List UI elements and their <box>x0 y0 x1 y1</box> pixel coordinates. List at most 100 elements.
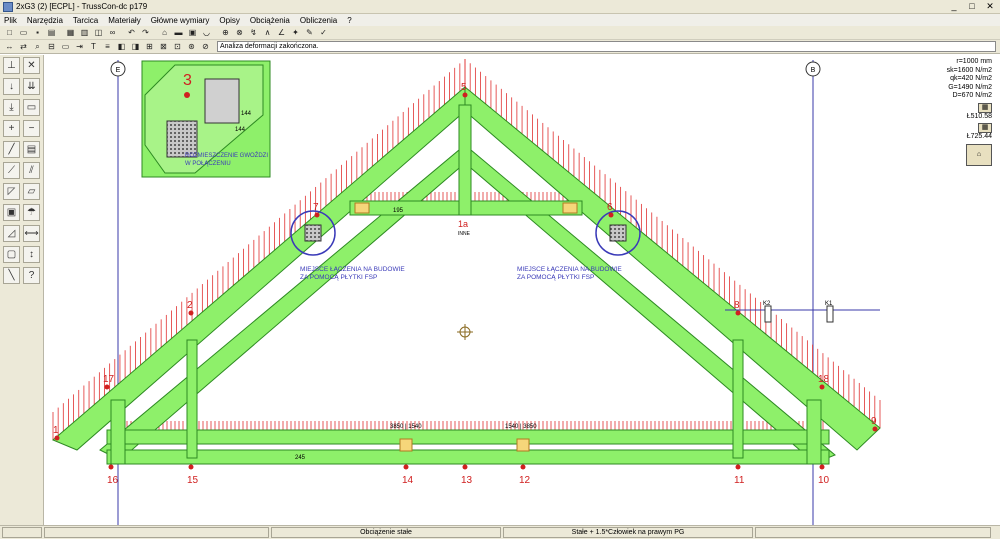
node-n10[interactable] <box>819 464 825 470</box>
truss-icon[interactable]: ⌂ <box>158 27 171 39</box>
truss-flat-icon[interactable]: ▬ <box>172 27 185 39</box>
section-k1-marker[interactable] <box>826 305 834 323</box>
table-icon[interactable]: ▦ <box>64 27 77 39</box>
measure-icon[interactable]: ╲ <box>3 267 20 284</box>
deflection-icon[interactable]: ∧ <box>261 27 274 39</box>
section-k2-marker[interactable] <box>764 305 772 323</box>
height-icon[interactable]: ↕ <box>23 246 40 263</box>
gusset-tie-left[interactable] <box>354 202 370 214</box>
left-inner-rafter[interactable] <box>99 143 466 461</box>
bottom-chord-lower[interactable] <box>106 449 830 465</box>
member-add-icon[interactable]: ╱ <box>3 141 20 158</box>
left-post[interactable] <box>186 339 198 459</box>
chain-icon[interactable]: ∞ <box>106 27 119 39</box>
close-button[interactable]: ✕ <box>984 1 996 12</box>
node-n6[interactable] <box>608 212 614 218</box>
open-icon[interactable]: ▭ <box>17 27 30 39</box>
member-edit-icon[interactable]: ▤ <box>23 141 40 158</box>
brace-icon[interactable]: ⟋ <box>3 162 20 179</box>
plate-tool-icon[interactable]: ▣ <box>3 204 20 221</box>
umbrella-icon[interactable]: ☂ <box>23 204 40 221</box>
maximize-button[interactable]: □ <box>966 1 978 12</box>
tool-b-icon[interactable]: ◨ <box>129 41 142 53</box>
support-pin-icon[interactable]: ⊥ <box>3 57 20 74</box>
cut-icon[interactable]: ◡ <box>200 27 213 39</box>
slope-icon[interactable]: ◿ <box>3 225 20 242</box>
result-icon-2[interactable]: ▦ <box>978 123 992 133</box>
section-icon[interactable]: ⊟ <box>45 41 58 53</box>
site-plate-left[interactable] <box>304 224 322 242</box>
node-n18[interactable] <box>819 384 825 390</box>
gusset-14[interactable] <box>399 438 413 452</box>
node-n14[interactable] <box>403 464 409 470</box>
right-post[interactable] <box>732 339 744 459</box>
node-n8[interactable] <box>735 310 741 316</box>
star-icon[interactable]: ✦ <box>289 27 302 39</box>
menu-tarcica[interactable]: Tarcica <box>73 16 98 25</box>
text-icon[interactable]: T <box>87 41 100 53</box>
load-area-icon[interactable]: ▭ <box>23 99 40 116</box>
node-icon[interactable]: ⊕ <box>219 27 232 39</box>
tool-e-icon[interactable]: ⊡ <box>171 41 184 53</box>
undo-icon[interactable]: ↶ <box>125 27 138 39</box>
tool-f-icon[interactable]: ⊛ <box>185 41 198 53</box>
support-cross-icon[interactable]: ✕ <box>23 57 40 74</box>
new-icon[interactable]: □ <box>3 27 16 39</box>
menu-materialy[interactable]: Materiały <box>108 16 140 25</box>
grid-icon[interactable]: ▥ <box>78 27 91 39</box>
node-n11[interactable] <box>735 464 741 470</box>
angle-icon[interactable]: ∠ <box>275 27 288 39</box>
node-n13[interactable] <box>462 464 468 470</box>
brace-double-icon[interactable]: ⫽ <box>23 162 40 179</box>
load-roof-icon[interactable]: ⤓ <box>3 99 20 116</box>
check-icon[interactable]: ✓ <box>317 27 330 39</box>
truss-preview-icon[interactable]: ⌂ <box>966 143 992 166</box>
right-inner-rafter[interactable] <box>464 143 836 464</box>
member-icon[interactable]: ▭ <box>59 41 72 53</box>
list-icon[interactable]: ≡ <box>101 41 114 53</box>
node-n9[interactable] <box>872 426 878 432</box>
menu-obciazenia[interactable]: Obciążenia <box>250 16 290 25</box>
site-plate-right[interactable] <box>609 224 627 242</box>
node-n2[interactable] <box>188 310 194 316</box>
tool-d-icon[interactable]: ⊠ <box>157 41 170 53</box>
truss-drawing[interactable]: E B 195 245 3850 | 1540 1540 | 3850 MIEJ… <box>45 55 1000 525</box>
drawing-canvas[interactable]: E B 195 245 3850 | 1540 1540 | 3850 MIEJ… <box>45 55 1000 525</box>
menu-obliczenia[interactable]: Obliczenia <box>300 16 337 25</box>
load-point-icon[interactable]: ↓ <box>3 78 20 95</box>
gusset-12[interactable] <box>516 438 530 452</box>
save-icon[interactable]: ▪ <box>31 27 44 39</box>
menu-help[interactable]: ? <box>347 16 351 25</box>
tool-a-icon[interactable]: ◧ <box>115 41 128 53</box>
menu-narzedzia[interactable]: Narzędzia <box>27 16 63 25</box>
node-n15[interactable] <box>188 464 194 470</box>
load-line-icon[interactable]: ⇊ <box>23 78 40 95</box>
node-n16[interactable] <box>108 464 114 470</box>
king-post[interactable] <box>458 104 472 216</box>
rafter-icon[interactable]: ◸ <box>3 183 20 200</box>
load-icon[interactable]: ↯ <box>247 27 260 39</box>
menu-plik[interactable]: Plik <box>4 16 17 25</box>
bottom-chord-upper[interactable] <box>106 429 830 445</box>
print-icon[interactable]: ▤ <box>45 27 58 39</box>
tool-g-icon[interactable]: ⊘ <box>199 41 212 53</box>
arrow-left-right-icon[interactable]: ↔ <box>3 41 16 53</box>
tool-c-icon[interactable]: ⊞ <box>143 41 156 53</box>
node-remove-icon[interactable]: − <box>23 120 40 137</box>
left-end-post[interactable] <box>110 399 126 465</box>
menu-opisy[interactable]: Opisy <box>219 16 239 25</box>
menu-glowne-wymiary[interactable]: Główne wymiary <box>151 16 210 25</box>
gusset-tie-right[interactable] <box>562 202 578 214</box>
node-n12[interactable] <box>520 464 526 470</box>
redo-icon[interactable]: ↷ <box>139 27 152 39</box>
frame-tool-icon[interactable]: ▢ <box>3 246 20 263</box>
zoom-icon[interactable]: ⌕ <box>31 41 44 53</box>
dimension-icon[interactable]: ⇥ <box>73 41 86 53</box>
node-n7[interactable] <box>314 212 320 218</box>
chord-icon[interactable]: ▱ <box>23 183 40 200</box>
node-n1[interactable] <box>54 435 60 441</box>
pencil-icon[interactable]: ✎ <box>303 27 316 39</box>
span-icon[interactable]: ⟷ <box>23 225 40 242</box>
result-icon-1[interactable]: ▦ <box>978 102 992 113</box>
plate-icon[interactable]: ▣ <box>186 27 199 39</box>
